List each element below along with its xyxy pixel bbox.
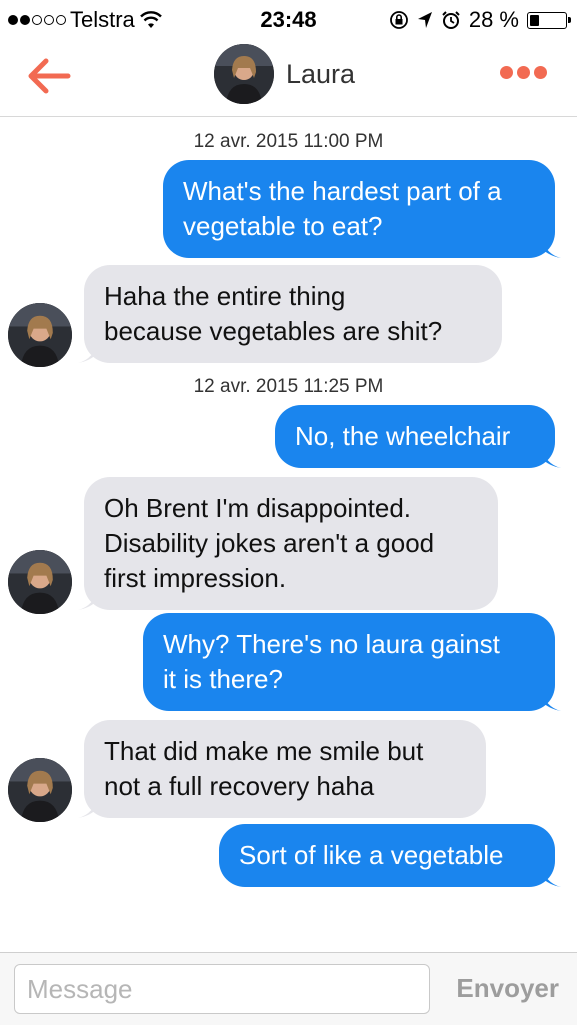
incoming-bubble-tail	[78, 588, 98, 610]
message-timestamp: 12 avr. 2015 11:25 PM	[193, 376, 384, 397]
message-text-line: vegetable to eat?	[183, 211, 383, 241]
message-text-line: first impression.	[104, 563, 287, 593]
outgoing-bubble-tail	[541, 865, 561, 887]
avatar[interactable]	[8, 758, 72, 822]
status-bar: Telstra 23:48 28 %	[0, 0, 577, 38]
outgoing-bubble-tail	[541, 236, 561, 258]
contact-profile[interactable]: Laura	[214, 44, 355, 104]
message-input[interactable]	[14, 964, 430, 1014]
avatar[interactable]	[8, 303, 72, 367]
outgoing-bubble-tail	[541, 446, 561, 468]
message-text-line: Why? There's no laura gainst	[163, 629, 500, 659]
message-text-line: No, the wheelchair	[295, 421, 511, 451]
outgoing-message-bubble[interactable]: Why? There's no laura gainst it is there?	[143, 613, 555, 711]
outgoing-message-bubble[interactable]: No, the wheelchair	[275, 405, 555, 468]
outgoing-message-bubble[interactable]: Sort of like a vegetable	[219, 824, 555, 887]
send-button[interactable]: Envoyer	[456, 973, 559, 1004]
message-text-line: Sort of like a vegetable	[239, 840, 504, 870]
outgoing-bubble-tail	[541, 689, 561, 711]
message-text-line: What's the hardest part of a	[183, 176, 502, 206]
more-options-icon[interactable]	[500, 66, 547, 79]
message-input-bar: Envoyer	[0, 952, 577, 1025]
incoming-message-bubble[interactable]: Haha the entire thing because vegetables …	[84, 265, 502, 363]
chat-header: Laura	[0, 38, 577, 117]
incoming-bubble-tail	[78, 341, 98, 363]
message-text-line: it is there?	[163, 664, 283, 694]
incoming-message-bubble[interactable]: That did make me smile but not a full rec…	[84, 720, 486, 818]
location-arrow-icon	[417, 12, 432, 28]
message-text-line: Haha the entire thing	[104, 281, 346, 311]
message-text-line: not a full recovery haha	[104, 771, 375, 801]
status-right: 28 %	[389, 7, 571, 33]
message-text-line: Oh Brent I'm disappointed.	[104, 493, 412, 523]
avatar[interactable]	[8, 550, 72, 614]
avatar[interactable]	[214, 44, 274, 104]
message-text-line: because vegetables are shit?	[104, 316, 443, 346]
message-text-line: Disability jokes aren't a good	[104, 528, 435, 558]
message-timestamp: 12 avr. 2015 11:00 PM	[193, 131, 384, 152]
incoming-message-bubble[interactable]: Oh Brent I'm disappointed. Disability jok…	[84, 477, 498, 610]
rotation-lock-icon	[389, 11, 408, 29]
back-arrow-icon[interactable]	[24, 56, 72, 96]
battery-percent: 28 %	[468, 7, 519, 32]
incoming-bubble-tail	[78, 796, 98, 818]
battery-icon	[527, 11, 571, 29]
message-text-line: That did make me smile but	[104, 736, 424, 766]
contact-name: Laura	[286, 58, 356, 89]
outgoing-message-bubble[interactable]: What's the hardest part of a vegetable to…	[163, 160, 555, 258]
alarm-icon	[442, 11, 460, 29]
